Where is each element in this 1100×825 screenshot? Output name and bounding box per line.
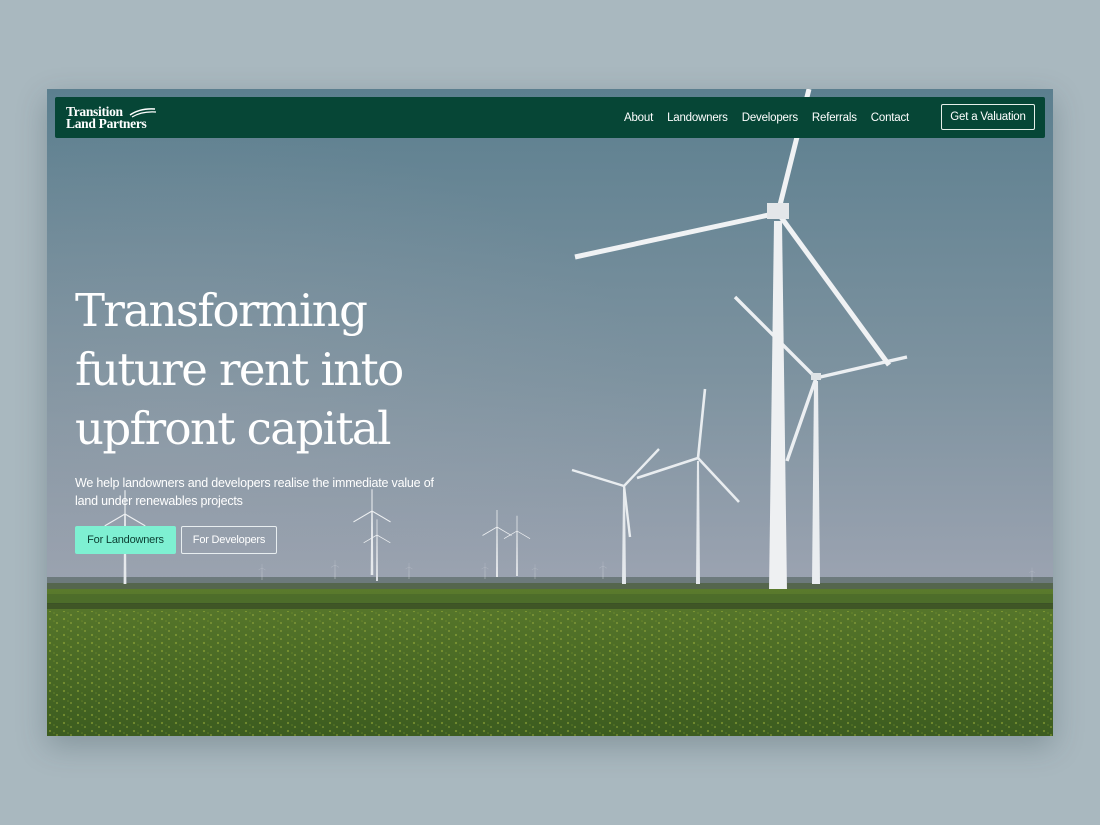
wing-lines-icon (129, 108, 157, 118)
hero-headline-line-3: upfront capital (75, 402, 392, 455)
hero-button-group: For Landowners For Developers (75, 526, 277, 554)
company-logo[interactable]: Transition Land Partners (66, 105, 166, 132)
for-developers-button[interactable]: For Developers (181, 526, 277, 554)
for-landowners-button[interactable]: For Landowners (75, 526, 176, 554)
nav-link-developers[interactable]: Developers (742, 112, 798, 124)
get-valuation-button[interactable]: Get a Valuation (941, 104, 1035, 130)
logo-text-line-2: Land Partners (66, 116, 147, 131)
website-frame: Transition Land Partners About Landowner… (47, 89, 1053, 736)
nav-link-landowners[interactable]: Landowners (667, 112, 728, 124)
primary-nav: About Landowners Developers Referrals Co… (624, 97, 909, 138)
hero-headline: Transforming future rent into upfront ca… (75, 281, 495, 458)
nav-link-contact[interactable]: Contact (871, 112, 909, 124)
nav-link-referrals[interactable]: Referrals (812, 112, 857, 124)
top-navigation-bar: Transition Land Partners About Landowner… (55, 97, 1045, 138)
hero-headline-line-2: future rent into (75, 343, 404, 396)
hero-headline-line-1: Transforming (75, 284, 368, 337)
hero-subtitle: We help landowners and developers realis… (75, 476, 434, 508)
nav-link-about[interactable]: About (624, 112, 653, 124)
